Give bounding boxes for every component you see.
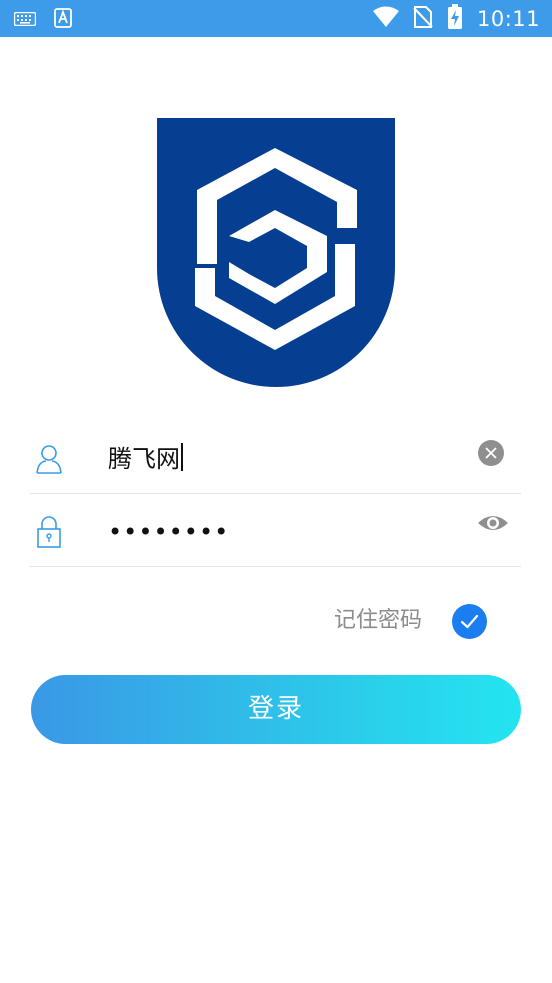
app-logo <box>157 118 395 388</box>
keyboard-icon <box>13 11 37 30</box>
username-value: 腾飞网 <box>108 445 180 473</box>
text-cursor <box>181 443 183 471</box>
remember-password-label: 记住密码 <box>334 608 423 633</box>
app-a-icon <box>54 8 72 32</box>
checkmark-icon <box>460 614 479 629</box>
clear-icon[interactable] <box>478 440 504 466</box>
remember-password-checkbox[interactable] <box>452 604 487 639</box>
status-bar: 10:11 <box>0 0 552 37</box>
battery-charging-icon <box>447 4 463 34</box>
lock-icon <box>36 515 62 549</box>
eye-icon[interactable] <box>477 511 509 535</box>
login-button[interactable]: 登录 <box>31 675 521 744</box>
username-input[interactable]: 腾飞网 <box>108 442 183 476</box>
password-row: •••••••• <box>30 497 521 567</box>
user-icon <box>36 442 62 476</box>
wifi-icon <box>372 6 399 32</box>
clock: 10:11 <box>476 7 540 31</box>
remember-password: 记住密码 <box>334 604 487 639</box>
username-row: 腾飞网 <box>30 424 521 494</box>
password-input[interactable]: •••••••• <box>108 515 229 549</box>
no-sim-icon <box>413 5 433 33</box>
